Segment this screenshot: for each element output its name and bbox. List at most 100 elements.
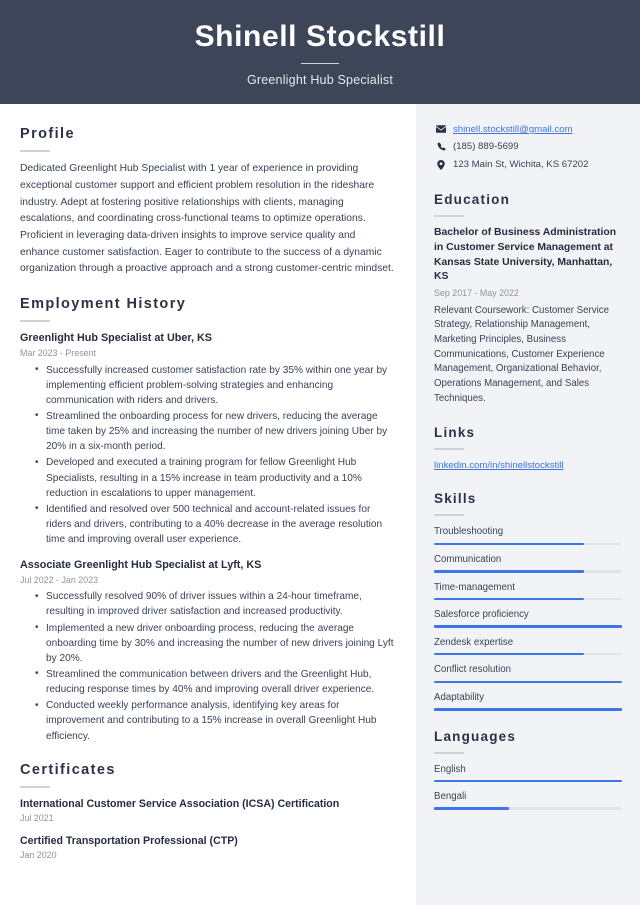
- education-description: Relevant Coursework: Customer Service St…: [434, 304, 609, 404]
- section-underline: [434, 215, 464, 217]
- address-text: 123 Main St, Wichita, KS 67202: [453, 158, 589, 170]
- certificate-date: Jan 2020: [20, 850, 57, 861]
- map-pin-icon: [434, 159, 448, 170]
- list-item: Streamlined the communication between dr…: [35, 666, 394, 697]
- skill-bar-fill: [434, 597, 585, 601]
- section-heading-links: Links: [434, 424, 476, 440]
- skill-label: Troubleshooting: [434, 526, 504, 538]
- section-education: Education Bachelor of Business Administr…: [434, 192, 622, 407]
- section-underline: [20, 786, 50, 789]
- language-label: Bengali: [434, 791, 467, 803]
- skill-bar-track: [434, 570, 622, 573]
- section-underline: [20, 320, 50, 323]
- section-languages: Languages English Bengali: [434, 729, 622, 810]
- education-degree: Bachelor of Business Administration in C…: [434, 227, 617, 283]
- section-profile: Profile Dedicated Greenlight Hub Special…: [20, 126, 394, 278]
- certificate-name: International Customer Service Associati…: [20, 798, 340, 811]
- section-heading-languages: Languages: [434, 728, 517, 744]
- job-title: Associate Greenlight Hub Specialist at L…: [20, 559, 262, 572]
- job-date: Mar 2023 - Present: [20, 348, 96, 359]
- profile-text: Dedicated Greenlight Hub Specialist with…: [20, 163, 394, 275]
- language-bar-track: [434, 807, 622, 810]
- skill-bar-fill: [434, 625, 622, 628]
- main-column: Profile Dedicated Greenlight Hub Special…: [0, 104, 416, 905]
- skill-row: Zendesk expertise: [434, 636, 622, 656]
- resume-page: Shinell Stockstill Greenlight Hub Specia…: [0, 0, 640, 905]
- phone-icon: [434, 141, 448, 151]
- resume-body: Profile Dedicated Greenlight Hub Special…: [0, 104, 640, 905]
- job-date: Jul 2022 - Jan 2023: [20, 574, 98, 585]
- job-title: Greenlight Hub Specialist at Uber, KS: [20, 332, 212, 345]
- skill-label: Adaptability: [434, 692, 485, 703]
- section-heading-profile: Profile: [20, 126, 75, 142]
- list-item: Successfully resolved 90% of driver issu…: [35, 589, 394, 619]
- skill-row: Time-management: [434, 581, 622, 601]
- language-row: English: [434, 763, 622, 783]
- contact-email: shinell.stockstill@gmail.com: [434, 124, 622, 137]
- certificate-name: Certified Transportation Professional (C…: [20, 834, 238, 847]
- section-underline: [434, 751, 464, 754]
- phone-text: (185) 889-5699: [453, 141, 519, 153]
- header-divider: [301, 63, 339, 64]
- section-underline: [20, 150, 50, 153]
- list-item: Developed and executed a training progra…: [35, 455, 394, 500]
- section-underline: [434, 514, 464, 517]
- section-certificates: Certificates International Customer Serv…: [20, 762, 394, 862]
- section-heading-certificates: Certificates: [20, 761, 116, 778]
- skill-bar-fill: [434, 570, 585, 573]
- certificate-entry: Certified Transportation Professional (C…: [20, 834, 394, 862]
- list-item: Implemented a new driver onboarding proc…: [35, 620, 394, 666]
- list-item: Identified and resolved over 500 technic…: [35, 501, 394, 547]
- header-subtitle: Greenlight Hub Specialist: [246, 73, 394, 87]
- section-skills: Skills Troubleshooting Communication Tim…: [434, 491, 622, 711]
- skill-label: Zendesk expertise: [434, 636, 514, 648]
- job-bullets: Successfully increased customer satisfac…: [20, 362, 394, 548]
- skill-bar-fill: [434, 708, 622, 711]
- section-underline: [434, 447, 464, 450]
- certificate-entry: International Customer Service Associati…: [20, 797, 394, 825]
- section-heading-skills: Skills: [434, 491, 477, 507]
- skill-bar-track: [434, 625, 622, 628]
- skill-row: Conflict resolution: [434, 663, 622, 683]
- page-title: Shinell Stockstill: [194, 20, 446, 53]
- skill-label: Conflict resolution: [434, 664, 511, 676]
- skill-row: Salesforce proficiency: [434, 608, 622, 628]
- skill-bar-track: [434, 680, 622, 683]
- section-links: Links linkedin.com/in/shinellstockstill: [434, 425, 622, 474]
- resume-header: Shinell Stockstill Greenlight Hub Specia…: [0, 0, 640, 104]
- linkedin-link[interactable]: linkedin.com/in/shinellstockstill: [434, 460, 564, 471]
- contact-address: 123 Main St, Wichita, KS 67202: [434, 159, 622, 172]
- section-heading-employment-history: Employment History: [20, 296, 187, 313]
- language-label: English: [434, 763, 466, 775]
- skill-bar-track: [434, 652, 622, 656]
- language-bar-fill: [434, 779, 622, 783]
- job-entry: Greenlight Hub Specialist at Uber, KS Ma…: [20, 331, 394, 547]
- skill-label: Time-management: [434, 581, 515, 593]
- language-bar-track: [434, 779, 622, 783]
- contact-list: shinell.stockstill@gmail.com (185) 889-5…: [434, 124, 622, 172]
- skill-label: Salesforce proficiency: [434, 609, 529, 621]
- job-bullets: Successfully resolved 90% of driver issu…: [20, 589, 394, 743]
- skill-row: Communication: [434, 553, 622, 573]
- skill-bar-track: [434, 708, 622, 711]
- sidebar-column: shinell.stockstill@gmail.com (185) 889-5…: [416, 104, 640, 905]
- section-employment-history: Employment History Greenlight Hub Specia…: [20, 296, 394, 744]
- skill-bar-fill: [434, 652, 585, 656]
- skill-bar-fill: [434, 542, 585, 546]
- skill-row: Troubleshooting: [434, 525, 622, 546]
- skill-bar-fill: [434, 680, 622, 683]
- contact-phone: (185) 889-5699: [434, 141, 622, 154]
- list-item: Conducted weekly performance analysis, i…: [35, 698, 394, 743]
- list-item: Streamlined the onboarding process for n…: [35, 408, 394, 454]
- skill-bar-track: [434, 597, 622, 601]
- skill-bar-track: [434, 542, 622, 546]
- job-entry: Associate Greenlight Hub Specialist at L…: [20, 558, 394, 743]
- section-heading-education: Education: [434, 191, 511, 207]
- list-item: linkedin.com/in/shinellstockstill: [434, 459, 622, 473]
- language-bar-fill: [434, 807, 510, 810]
- envelope-icon: [434, 124, 448, 133]
- education-date: Sep 2017 - May 2022: [434, 288, 519, 299]
- list-item: Successfully increased customer satisfac…: [35, 362, 394, 408]
- skill-row: Adaptability: [434, 691, 622, 711]
- email-link[interactable]: shinell.stockstill@gmail.com: [453, 124, 573, 137]
